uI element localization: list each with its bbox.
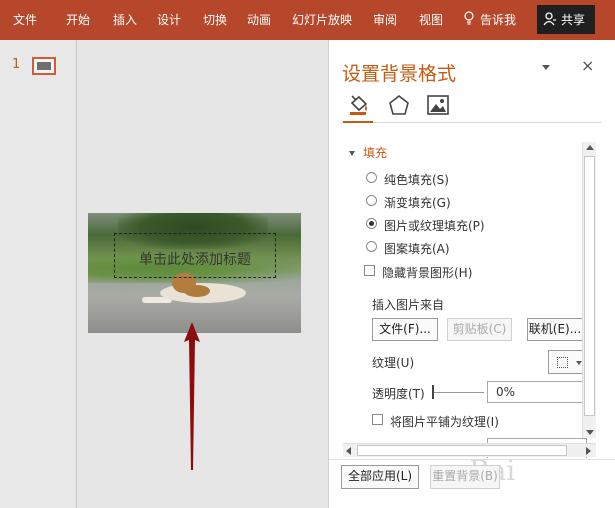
- scroll-up-icon[interactable]: [586, 145, 594, 150]
- scroll-left-icon[interactable]: [346, 447, 351, 455]
- fill-section-label: 填充: [363, 146, 388, 160]
- pane-title: 设置背景格式: [342, 63, 457, 85]
- apply-all-button[interactable]: 全部应用(L): [341, 465, 419, 489]
- scroll-right-icon[interactable]: [586, 447, 591, 455]
- red-arrow-annotation: [184, 322, 200, 470]
- vertical-scroll-thumb[interactable]: [584, 156, 595, 416]
- radio-gradient[interactable]: [366, 195, 377, 206]
- slide-thumbnails-pane: 1: [0, 40, 77, 508]
- online-button[interactable]: 联机(E)...: [527, 318, 583, 341]
- solid-fill-label: 纯色填充(S): [384, 173, 449, 187]
- lightbulb-icon: [464, 11, 474, 25]
- active-tab-indicator: [343, 121, 373, 123]
- pane-scroll-area: 填充 纯色填充(S) 渐变填充(G) 图片或纹理填充(P) 图案填充(A) 隐藏…: [329, 136, 615, 458]
- tab-insert[interactable]: 插入: [113, 11, 137, 28]
- texture-grid-icon: [557, 357, 568, 368]
- title-placeholder-text: 单击此处添加标题: [139, 252, 251, 268]
- tell-me-label: 告诉我: [480, 13, 517, 27]
- thumbnail-image: [37, 62, 51, 70]
- tile-picture-checkbox[interactable]: [372, 414, 383, 425]
- ribbon-tabs-bar: 文件 开始 插入 设计 切换 动画 幻灯片放映 审阅 视图 告诉我 共享: [0, 0, 615, 40]
- slide-background-photo[interactable]: 单击此处添加标题: [88, 213, 301, 333]
- texture-label: 纹理(U): [372, 356, 415, 370]
- transparency-label: 透明度(T): [372, 387, 425, 401]
- pane-tabs-divider: [341, 122, 601, 123]
- clipboard-button[interactable]: 剪贴板(C): [447, 318, 512, 341]
- hide-graphics-checkbox[interactable]: [364, 265, 375, 276]
- tab-animations[interactable]: 动画: [247, 11, 271, 28]
- gradient-fill-label: 渐变填充(G): [384, 196, 451, 210]
- radio-picture[interactable]: [366, 218, 377, 229]
- collapse-triangle-icon: [349, 151, 355, 156]
- transparency-slider-track[interactable]: [432, 392, 484, 393]
- hide-graphics-label: 隐藏背景图形(H): [382, 266, 473, 280]
- tab-file[interactable]: 文件: [13, 11, 37, 28]
- close-icon[interactable]: ×: [581, 56, 594, 75]
- tab-view[interactable]: 视图: [419, 11, 443, 28]
- horizontal-scroll-thumb[interactable]: [357, 445, 567, 456]
- share-label: 共享: [561, 13, 586, 27]
- insert-from-label: 插入图片来自: [372, 298, 445, 312]
- paint-bucket-icon[interactable]: [347, 94, 371, 116]
- radio-solid[interactable]: [366, 172, 377, 183]
- fill-section-header[interactable]: 填充: [349, 144, 387, 161]
- vertical-scrollbar[interactable]: [582, 142, 596, 438]
- scroll-down-icon[interactable]: [586, 430, 594, 435]
- tile-picture-label: 将图片平铺为纹理(I): [390, 415, 499, 429]
- format-background-pane: 设置背景格式 × 填充 纯色填充(S) 渐变填充(G) 图片或纹理填充(P) 图…: [328, 40, 615, 508]
- tab-home[interactable]: 开始: [66, 11, 90, 28]
- picture-fill-label: 图片或纹理填充(P): [384, 219, 485, 233]
- chevron-down-icon[interactable]: [540, 62, 552, 72]
- radio-pattern[interactable]: [366, 241, 377, 252]
- slide-thumbnail[interactable]: [32, 57, 56, 75]
- transparency-input[interactable]: 0%: [487, 381, 587, 403]
- share-button[interactable]: 共享: [537, 5, 595, 34]
- tab-design[interactable]: 设计: [157, 11, 181, 28]
- tab-transitions[interactable]: 切换: [203, 11, 227, 28]
- tab-slideshow[interactable]: 幻灯片放映: [292, 11, 352, 28]
- person-icon: [543, 12, 556, 26]
- slide-canvas: 单击此处添加标题: [78, 40, 327, 508]
- picture-icon[interactable]: [426, 94, 450, 116]
- slide-number: 1: [12, 57, 21, 72]
- reset-background-button[interactable]: 重置背景(B): [430, 465, 500, 489]
- pattern-fill-label: 图案填充(A): [384, 242, 450, 256]
- transparency-slider-thumb[interactable]: [432, 385, 434, 399]
- tab-review[interactable]: 审阅: [373, 11, 397, 28]
- pentagon-icon[interactable]: [387, 94, 411, 116]
- file-button[interactable]: 文件(F)...: [372, 318, 438, 341]
